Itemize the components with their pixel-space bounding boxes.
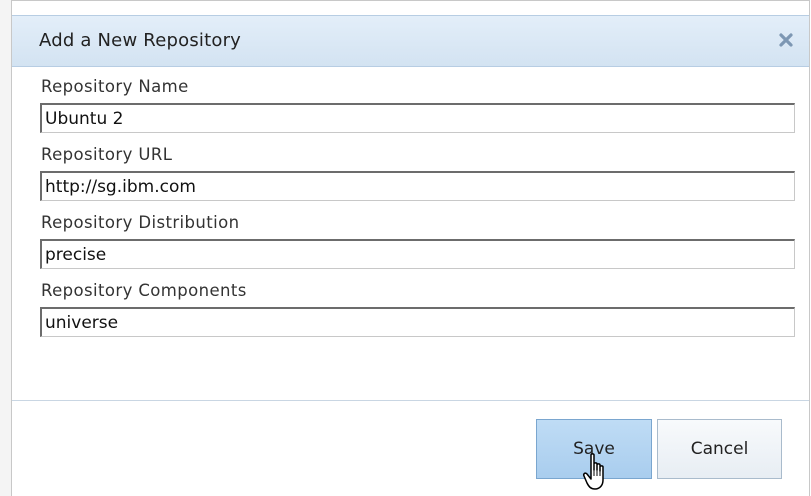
- repository-url-label: Repository URL: [41, 145, 173, 164]
- repository-components-input[interactable]: [40, 307, 795, 337]
- repository-distribution-label: Repository Distribution: [41, 213, 240, 232]
- repository-name-label: Repository Name: [41, 77, 189, 96]
- repository-name-input[interactable]: [40, 103, 795, 133]
- dialog-titlebar: Add a New Repository: [12, 15, 809, 67]
- save-button[interactable]: Save: [536, 419, 652, 479]
- cancel-button[interactable]: Cancel: [657, 419, 782, 479]
- repository-distribution-input[interactable]: [40, 239, 795, 269]
- repository-url-input[interactable]: [40, 171, 795, 201]
- close-icon[interactable]: [777, 31, 795, 49]
- repository-components-label: Repository Components: [41, 281, 247, 300]
- footer-divider: [12, 400, 809, 401]
- add-repository-dialog: Add a New Repository Repository Name Rep…: [11, 0, 810, 496]
- dialog-title: Add a New Repository: [39, 30, 242, 51]
